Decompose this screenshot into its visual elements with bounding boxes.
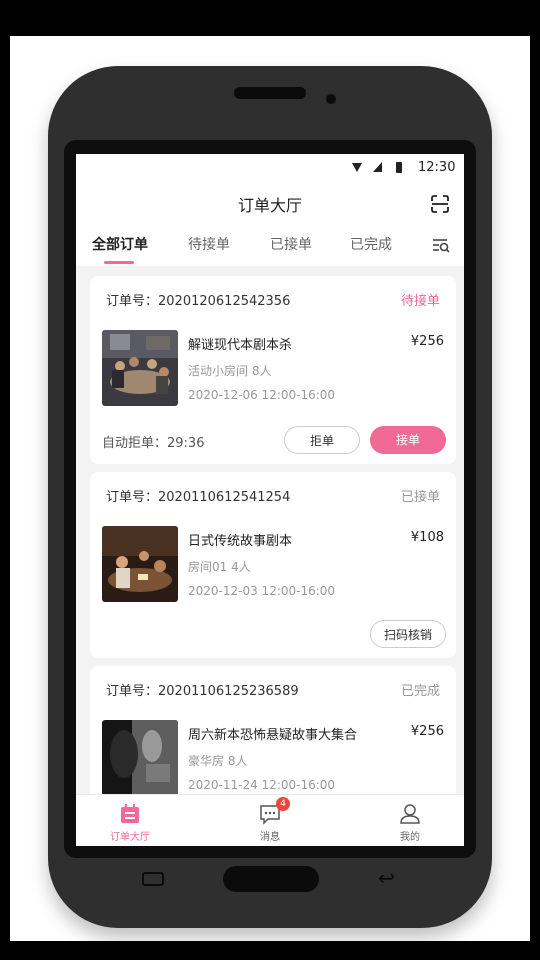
tab-pending[interactable]: 待接单 — [188, 234, 230, 254]
recent-apps-icon[interactable] — [142, 872, 164, 886]
order-number: 订单号：2020120612542356 — [106, 294, 291, 309]
order-thumbnail — [102, 330, 178, 406]
item-name: 解谜现代本剧本杀 — [188, 338, 293, 353]
nav-label: 消息 — [260, 832, 280, 843]
order-thumbnail — [102, 526, 178, 602]
item-time: 2020-12-06 12:00-16:00 — [188, 388, 336, 402]
bottom-navigation: 订单大厅 4 消息 我的 — [76, 794, 464, 846]
order-thumbnail — [102, 720, 178, 796]
order-card[interactable]: 订单号：2020120612542356 待接单 解谜现代本剧本杀 ¥256 活… — [90, 276, 456, 464]
message-badge: 4 — [276, 797, 290, 811]
speaker-grille — [234, 87, 306, 99]
item-time: 2020-11-24 12:00-16:00 — [188, 778, 336, 792]
item-room: 房间01 4人 — [188, 560, 251, 574]
item-name: 日式传统故事剧本 — [188, 534, 293, 549]
back-icon[interactable]: ↩ — [378, 868, 395, 888]
order-hall-icon — [121, 804, 139, 823]
status-time: 12:30 — [418, 160, 456, 175]
item-time: 2020-12-03 12:00-16:00 — [188, 584, 336, 598]
order-status: 待接单 — [400, 294, 440, 309]
order-status: 已接单 — [400, 490, 440, 505]
scan-icon[interactable] — [430, 194, 450, 214]
nav-profile[interactable]: 我的 — [370, 795, 450, 846]
nav-label: 订单大厅 — [110, 832, 150, 843]
order-card[interactable]: 订单号：2020110612541254 已接单 日式传统故事剧本 ¥108 房… — [90, 472, 456, 658]
battery-icon — [396, 162, 402, 173]
item-name: 周六新本恐怖悬疑故事大集合 — [188, 728, 358, 743]
tab-all-orders[interactable]: 全部订单 — [92, 234, 148, 254]
item-price: ¥108 — [410, 530, 444, 545]
tab-accepted[interactable]: 已接单 — [270, 234, 312, 254]
order-number: 订单号：20201106125236589 — [106, 684, 299, 699]
order-number: 订单号：2020110612541254 — [106, 490, 291, 505]
item-price: ¥256 — [410, 724, 444, 739]
status-bar: 12:30 — [76, 154, 464, 182]
page-title: 订单大厅 — [237, 196, 302, 215]
wifi-icon — [352, 163, 362, 172]
item-room: 活动小房间 8人 — [188, 364, 272, 378]
app-screen: 12:30 订单大厅 全部订单 待接单 已接单 已完成 订单号：20201206… — [76, 154, 464, 846]
filter-search-icon[interactable] — [432, 238, 450, 254]
profile-icon — [400, 804, 420, 824]
tab-completed[interactable]: 已完成 — [350, 234, 392, 254]
nav-label: 我的 — [400, 832, 420, 843]
nav-order-hall[interactable]: 订单大厅 — [90, 795, 170, 846]
item-price: ¥256 — [410, 334, 444, 349]
title-bar: 订单大厅 — [76, 182, 464, 226]
nav-messages[interactable]: 4 消息 — [230, 795, 310, 846]
active-tab-indicator — [104, 261, 134, 264]
auto-reject-countdown: 自动拒单：29:36 — [102, 436, 205, 451]
phone-frame: 12:30 订单大厅 全部订单 待接单 已接单 已完成 订单号：20201206… — [48, 66, 492, 928]
hardware-buttons: ↩ — [48, 866, 492, 892]
front-camera — [326, 94, 336, 104]
order-status: 已完成 — [400, 684, 440, 699]
signal-icon — [373, 162, 382, 172]
accept-button[interactable]: 接单 — [370, 426, 446, 454]
home-button[interactable] — [223, 866, 319, 892]
scan-verify-button[interactable]: 扫码核销 — [370, 620, 446, 648]
item-room: 豪华房 8人 — [188, 754, 248, 768]
reject-button[interactable]: 拒单 — [284, 426, 360, 454]
order-tabs: 全部订单 待接单 已接单 已完成 — [76, 226, 464, 266]
